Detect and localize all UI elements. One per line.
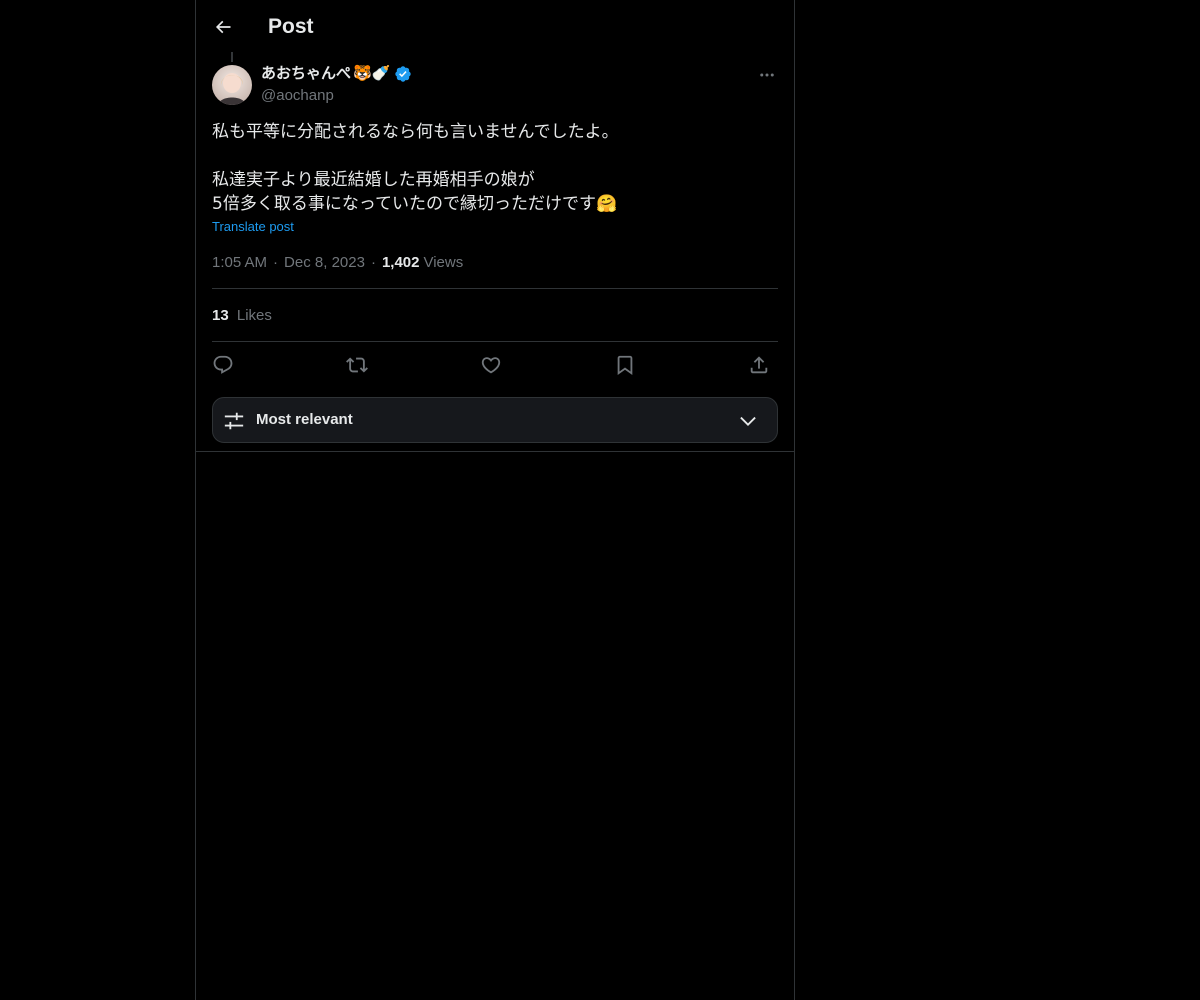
bookmark-icon bbox=[617, 355, 633, 376]
author-name-emoji: 🐯🍼 bbox=[353, 65, 391, 82]
post-text-line bbox=[212, 144, 778, 168]
arrow-left-icon bbox=[215, 20, 231, 34]
page-title: Post bbox=[268, 15, 314, 38]
translate-post-link[interactable]: Translate post bbox=[212, 219, 294, 235]
likes-count: 13 bbox=[212, 307, 229, 324]
views-label: Views bbox=[423, 254, 464, 271]
reply-button[interactable] bbox=[210, 352, 236, 378]
like-button[interactable] bbox=[478, 352, 504, 378]
meta-separator: · bbox=[370, 254, 376, 271]
repost-button[interactable] bbox=[344, 352, 370, 378]
sliders-icon bbox=[224, 412, 244, 430]
more-options-button[interactable] bbox=[756, 65, 778, 85]
sort-label: Most relevant bbox=[256, 411, 353, 428]
post-text-line: 私達実子より最近結婚した再婚相手の娘が bbox=[212, 170, 535, 190]
author-display-name: あおちゃんぺ bbox=[261, 65, 352, 82]
reply-icon bbox=[213, 355, 233, 374]
verified-badge-icon bbox=[394, 65, 412, 83]
divider bbox=[212, 288, 778, 289]
bookmark-button[interactable] bbox=[612, 352, 638, 378]
post-text: 私も平等に分配されるなら何も言いませんでしたよ。 私達実子より最近結婚した再婚相… bbox=[212, 120, 778, 216]
repost-icon bbox=[346, 357, 368, 373]
post-date[interactable]: Dec 8, 2023 bbox=[284, 253, 365, 273]
reply-sort-dropdown[interactable]: Most relevant bbox=[212, 397, 778, 443]
action-bar bbox=[212, 352, 778, 378]
chevron-down-icon bbox=[740, 416, 756, 426]
main-column: Post あおちゃんぺ 🐯🍼 @aochanp 私も平等に分配されるなら何も言い… bbox=[195, 0, 795, 1000]
thread-connector-line bbox=[231, 52, 233, 62]
post-meta: 1:05 AM · Dec 8, 2023 · 1,402 Views bbox=[212, 253, 463, 273]
more-horizontal-icon bbox=[760, 73, 774, 77]
divider bbox=[196, 451, 794, 452]
share-icon bbox=[750, 356, 768, 374]
page-header: Post bbox=[196, 0, 794, 53]
divider bbox=[212, 341, 778, 342]
post-text-line: 私も平等に分配されるなら何も言いませんでしたよ。 bbox=[212, 122, 619, 142]
share-button[interactable] bbox=[746, 352, 772, 378]
author-handle[interactable]: @aochanp bbox=[261, 86, 334, 106]
post-text-line: 5倍多く取る事になっていたので縁切っただけです🤗 bbox=[212, 194, 618, 214]
meta-separator: · bbox=[273, 254, 279, 271]
avatar[interactable] bbox=[212, 65, 252, 105]
post-time[interactable]: 1:05 AM bbox=[212, 253, 267, 273]
author-name[interactable]: あおちゃんぺ 🐯🍼 bbox=[261, 64, 412, 84]
likes-link[interactable]: 13 Likes bbox=[212, 306, 272, 326]
heart-icon bbox=[481, 357, 501, 374]
views-count: 1,402 bbox=[381, 254, 420, 271]
likes-label: Likes bbox=[236, 307, 272, 324]
back-button[interactable] bbox=[208, 10, 238, 44]
